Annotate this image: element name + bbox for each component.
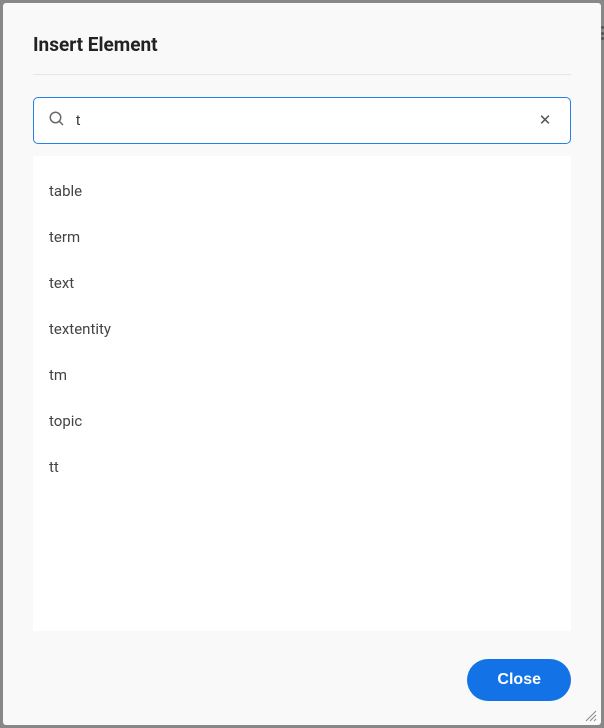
search-field-wrapper: ✕ xyxy=(33,97,571,144)
resize-grip-icon[interactable] xyxy=(583,707,597,721)
clear-icon[interactable]: ✕ xyxy=(534,110,556,132)
close-button[interactable]: Close xyxy=(467,659,571,701)
result-item-table[interactable]: table xyxy=(33,168,571,214)
dialog-title: Insert Element xyxy=(33,33,571,56)
result-item-text[interactable]: text xyxy=(33,260,571,306)
result-item-term[interactable]: term xyxy=(33,214,571,260)
result-item-topic[interactable]: topic xyxy=(33,398,571,444)
result-item-tt[interactable]: tt xyxy=(33,444,571,490)
insert-element-dialog: Insert Element ✕ table term text textent… xyxy=(3,3,601,725)
result-item-tm[interactable]: tm xyxy=(33,352,571,398)
search-input[interactable] xyxy=(66,98,534,143)
result-item-textentity[interactable]: textentity xyxy=(33,306,571,352)
search-icon xyxy=(48,110,66,132)
divider xyxy=(33,74,571,75)
results-list: table term text textentity tm topic tt xyxy=(33,156,571,631)
dialog-footer: Close xyxy=(33,631,571,701)
